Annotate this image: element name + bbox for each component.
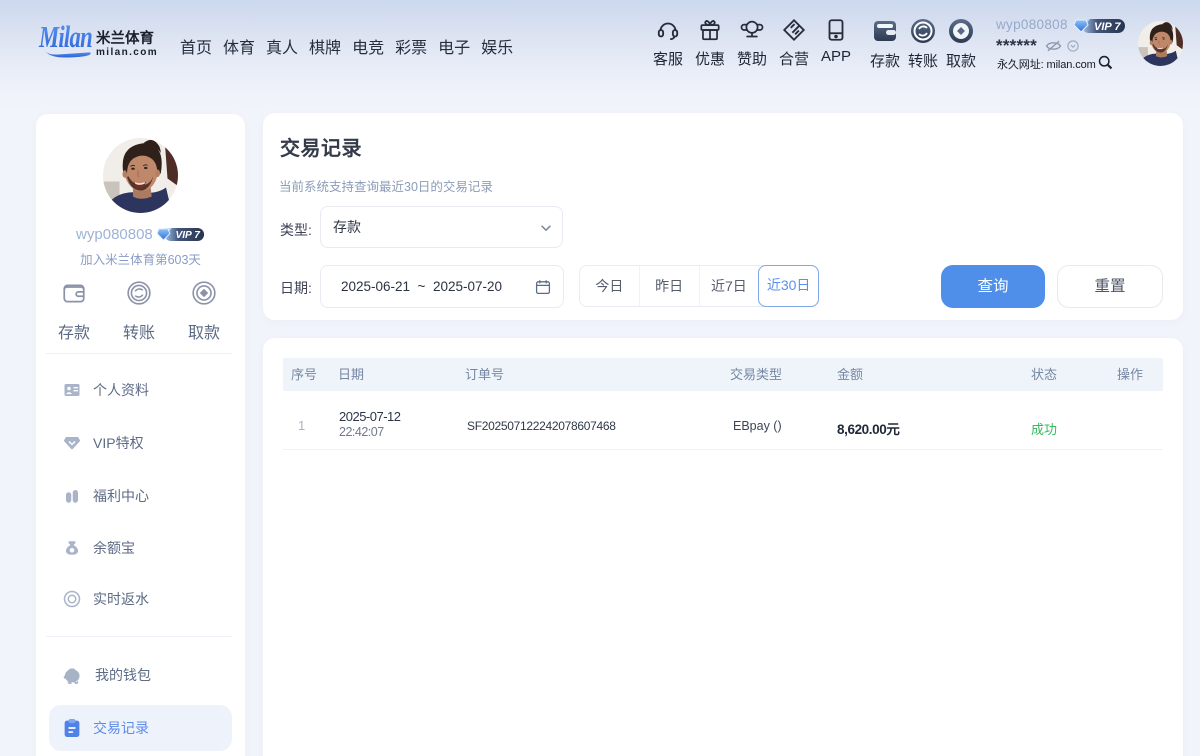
svg-text:Milan: Milan: [38, 20, 92, 54]
svg-text:milan.com: milan.com: [96, 47, 158, 58]
svg-text:VIP 7: VIP 7: [1094, 21, 1121, 33]
svg-text:VIP 7: VIP 7: [175, 230, 201, 241]
svg-text:米兰体育: 米兰体育: [96, 29, 154, 47]
